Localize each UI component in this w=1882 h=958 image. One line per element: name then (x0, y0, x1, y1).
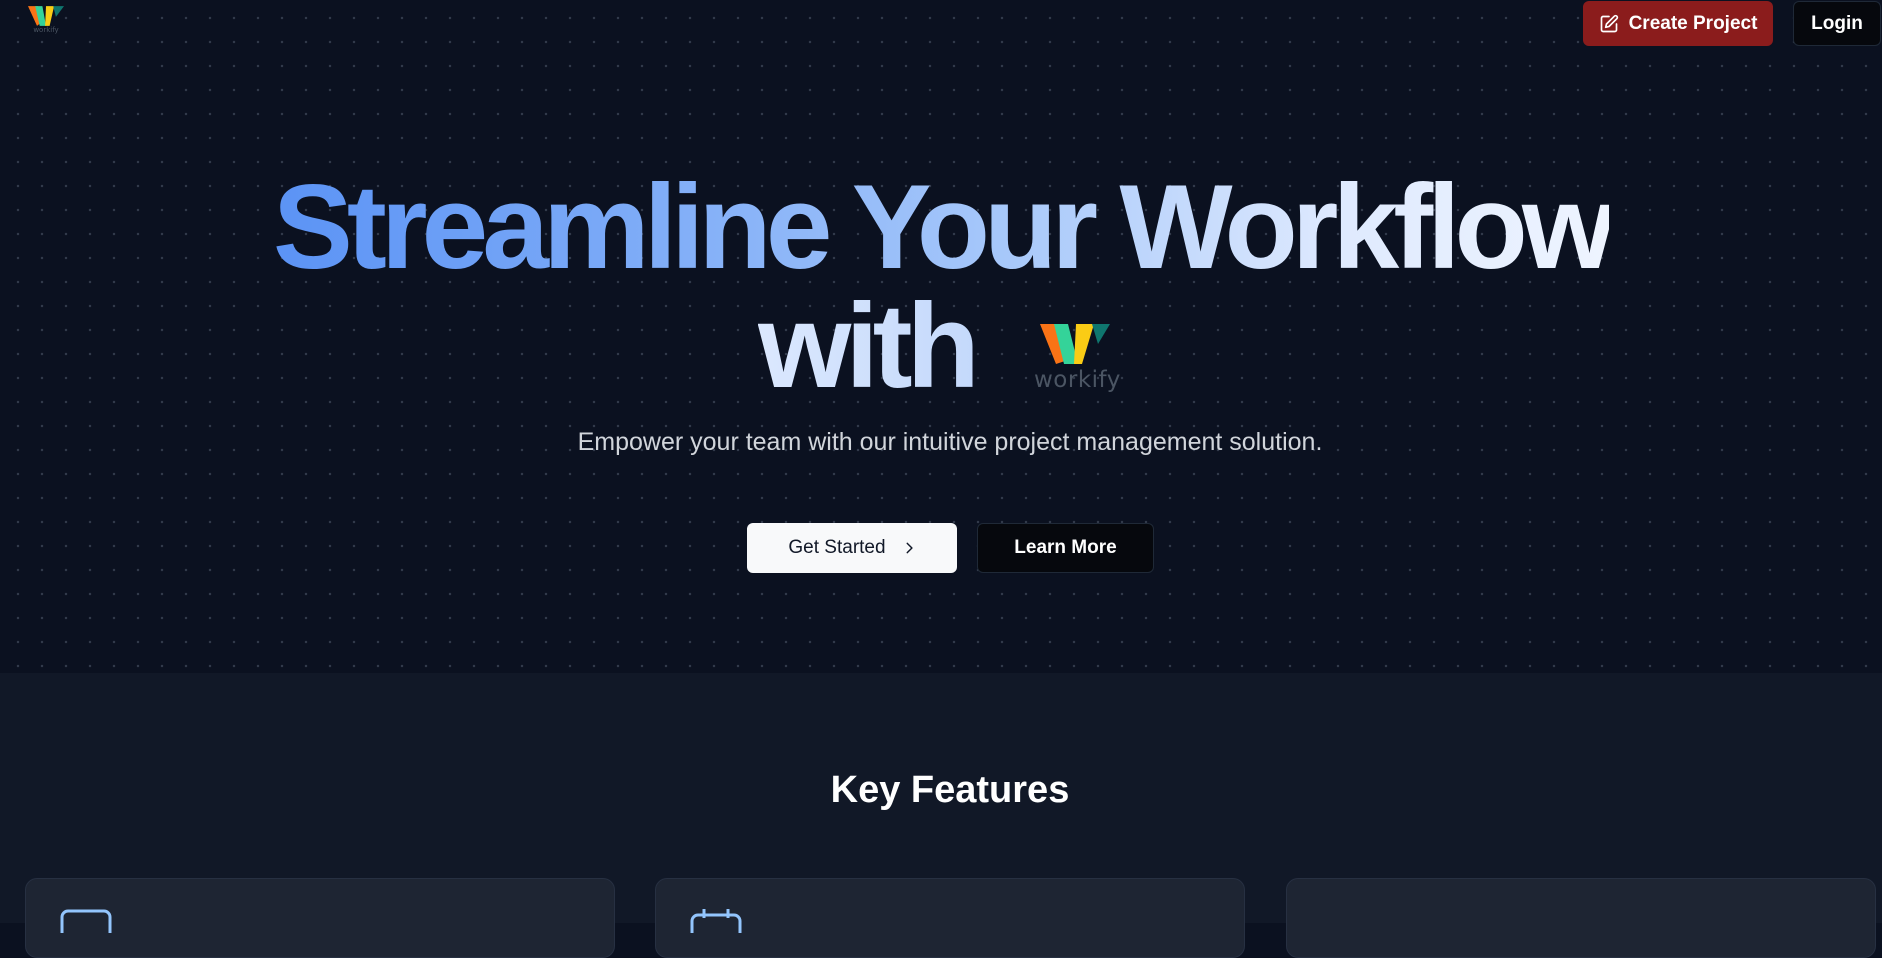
hero-logo-wordmark: workify (1034, 367, 1121, 393)
get-started-button[interactable]: Get Started (747, 523, 957, 573)
workify-logo[interactable]: workify (28, 6, 64, 38)
features-section: Key Features (0, 673, 1882, 958)
create-project-label: Create Project (1628, 12, 1758, 34)
calendar-icon (690, 909, 742, 933)
feature-card (655, 878, 1245, 958)
hero-section: workify Create Project Login Streamline … (0, 0, 1882, 673)
features-title: Key Features (830, 769, 1070, 811)
login-label: Login (1811, 12, 1863, 34)
create-project-button[interactable]: Create Project (1583, 1, 1773, 46)
learn-more-button[interactable]: Learn More (977, 523, 1154, 573)
hero-headline: Streamline Your Workflow (0, 167, 1882, 287)
chevron-right-icon (906, 542, 913, 554)
feature-card (1286, 878, 1876, 958)
logo-wordmark: workify (33, 26, 59, 34)
headline-line1: Streamline Your Workflow (272, 160, 1615, 294)
headline-line2: with (758, 279, 980, 413)
headline-with: with (758, 279, 980, 413)
feature-card (25, 878, 615, 958)
learn-more-label: Learn More (1014, 537, 1117, 558)
hero-workify-logo: workify (1034, 322, 1121, 394)
hero-subtitle: Empower your team with our intuitive pro… (577, 428, 1323, 456)
login-button[interactable]: Login (1793, 1, 1881, 46)
workify-logo-icon (1040, 324, 1110, 364)
get-started-label: Get Started (788, 537, 886, 558)
workify-logo-icon (28, 6, 64, 26)
chart-icon (1321, 909, 1373, 933)
edit-icon (1600, 14, 1618, 32)
monitor-icon (60, 909, 112, 933)
